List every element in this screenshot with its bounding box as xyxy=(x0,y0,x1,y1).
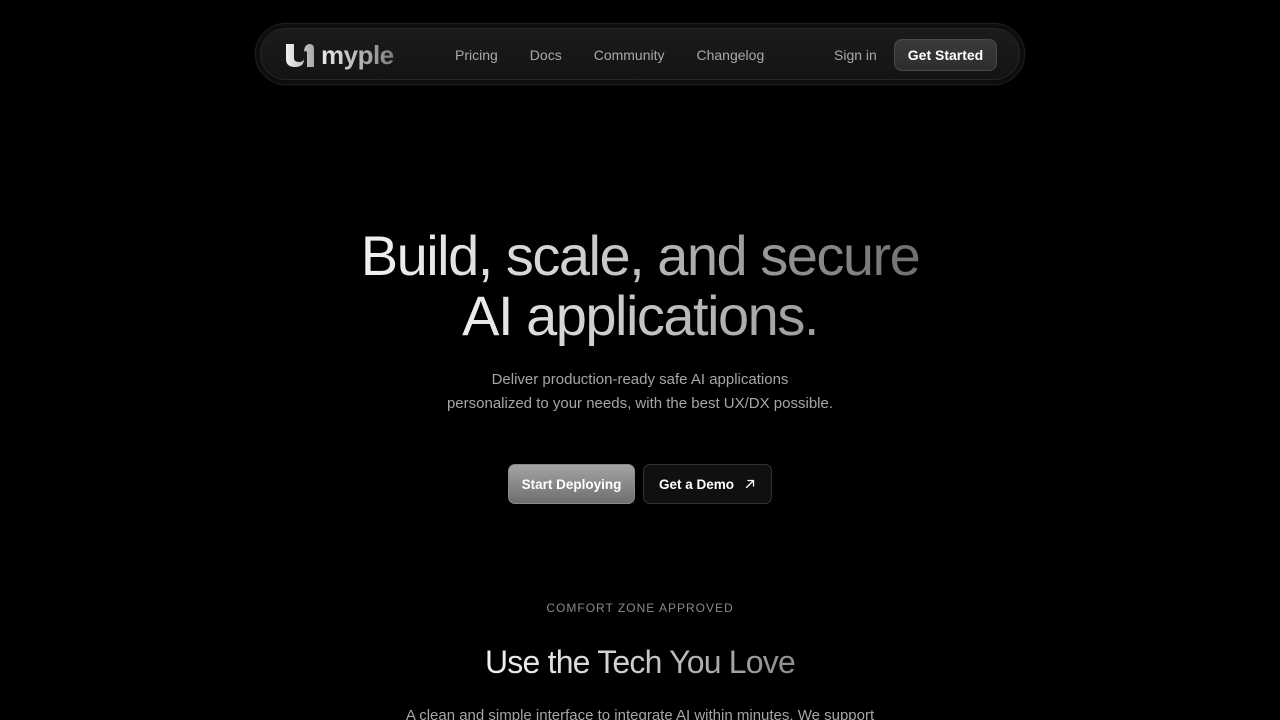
nav-link-pricing[interactable]: Pricing xyxy=(455,47,498,63)
arrow-up-right-icon xyxy=(745,479,755,489)
start-deploying-button[interactable]: Start Deploying xyxy=(508,464,635,504)
navbar: myple Pricing Docs Community Changelog S… xyxy=(260,28,1020,80)
myple-logo-icon xyxy=(286,44,314,67)
hero-subtitle-line-1: Deliver production-ready safe AI applica… xyxy=(491,371,789,388)
hero-subtitle-line-2: personalized to your needs, with the bes… xyxy=(446,395,834,412)
get-started-button[interactable]: Get Started xyxy=(894,39,997,71)
get-a-demo-label: Get a Demo xyxy=(658,476,735,492)
navbar-frame: myple Pricing Docs Community Changelog S… xyxy=(255,23,1025,85)
hero-subtitle: Deliver production-ready safe AI applica… xyxy=(340,368,940,416)
hero-title-line-2: AI applications. xyxy=(458,286,822,346)
nav-link-changelog[interactable]: Changelog xyxy=(697,47,765,63)
sign-in-link[interactable]: Sign in xyxy=(834,29,877,81)
brand-name: myple xyxy=(321,40,394,70)
section-eyebrow: COMFORT ZONE APPROVED xyxy=(546,601,734,615)
hero-title-line-1: Build, scale, and secure xyxy=(357,226,924,286)
section-title-text: Use the Tech You Love xyxy=(483,640,797,684)
nav-link-community[interactable]: Community xyxy=(594,47,665,63)
nav-links: Pricing Docs Community Changelog xyxy=(455,29,764,81)
section-title: Use the Tech You Love xyxy=(0,640,1280,684)
landing-page: myple Pricing Docs Community Changelog S… xyxy=(0,0,1280,720)
get-a-demo-button[interactable]: Get a Demo xyxy=(643,464,772,504)
nav-link-docs[interactable]: Docs xyxy=(530,47,562,63)
brand-logo-link[interactable]: myple xyxy=(285,39,394,71)
section-subtitle: A clean and simple interface to integrat… xyxy=(405,707,875,720)
hero-title: Build, scale, and secure AI applications… xyxy=(0,226,1280,346)
